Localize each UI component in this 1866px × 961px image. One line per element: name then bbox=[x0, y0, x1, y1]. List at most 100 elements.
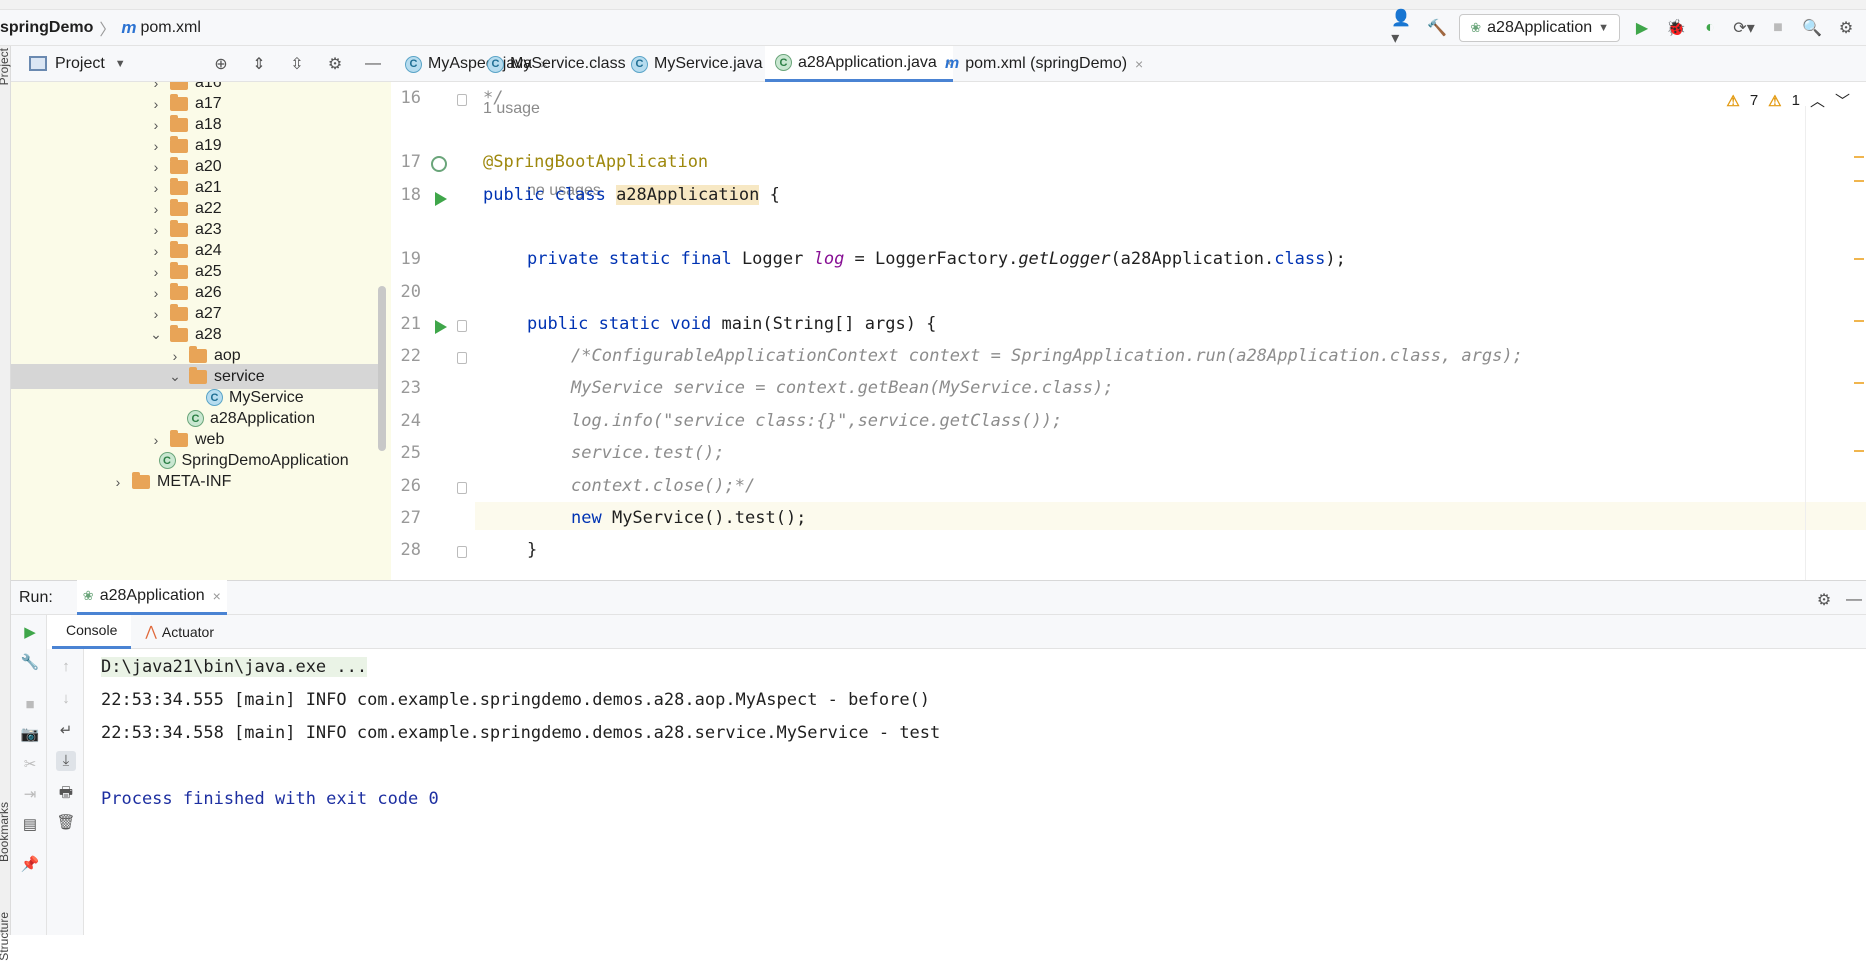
chevron-down-icon: ▼ bbox=[1598, 22, 1609, 34]
chevron-right-icon[interactable]: › bbox=[148, 222, 164, 238]
actuator-icon: ⋀ bbox=[145, 623, 157, 639]
hide-icon[interactable]: — bbox=[361, 52, 385, 76]
scroll-marker[interactable] bbox=[1854, 450, 1864, 452]
chevron-right-icon[interactable]: › bbox=[148, 264, 164, 280]
fold-icon[interactable] bbox=[457, 352, 467, 364]
class-icon: C bbox=[405, 55, 422, 73]
exit-icon[interactable]: ⇥ bbox=[20, 785, 40, 805]
tab-console[interactable]: Console bbox=[52, 614, 132, 649]
run-panel-label: Run: bbox=[19, 588, 53, 606]
chevron-up-icon[interactable]: ︿ bbox=[1810, 90, 1825, 111]
scroll-marker[interactable] bbox=[1854, 258, 1864, 260]
chevron-right-icon[interactable]: › bbox=[148, 159, 164, 175]
wrench-icon[interactable]: 🔧 bbox=[20, 653, 40, 673]
run-gutter-icon[interactable] bbox=[435, 192, 447, 206]
tab-pom-xml-springdemo[interactable]: m pom.xml (springDemo) × bbox=[935, 46, 1143, 82]
camera-icon[interactable]: 📷 bbox=[20, 725, 40, 745]
chevron-right-icon[interactable]: › bbox=[148, 117, 164, 133]
chevron-right-icon[interactable]: › bbox=[148, 243, 164, 259]
inspection-widget[interactable]: ⚠ 7 ⚠ 1 ︿ ﹀ bbox=[1726, 90, 1850, 111]
pin-icon[interactable]: 📌 bbox=[20, 855, 40, 875]
run-gutter-icon[interactable] bbox=[435, 320, 447, 334]
trash-icon[interactable]: 🗑 bbox=[56, 813, 76, 833]
stop-icon[interactable]: ■ bbox=[20, 695, 40, 715]
chevron-down-icon[interactable]: ▼ bbox=[115, 58, 126, 70]
code-text: main(String[] args) { bbox=[721, 314, 937, 334]
chevron-right-icon[interactable]: › bbox=[148, 180, 164, 196]
arrow-down-icon[interactable]: ↓ bbox=[56, 689, 76, 709]
scroll-marker[interactable] bbox=[1854, 156, 1864, 158]
tab-a28application-java[interactable]: Ca28Application.java × bbox=[765, 46, 953, 82]
tree-item-meta-inf[interactable]: › META-INF bbox=[11, 469, 381, 494]
coverage-icon[interactable]: ◐ bbox=[1698, 16, 1722, 40]
spring-bean-gutter-icon[interactable] bbox=[431, 156, 447, 172]
run-icon[interactable]: ▶ bbox=[1630, 16, 1654, 40]
chevron-right-icon[interactable]: › bbox=[148, 285, 164, 301]
chevron-right-icon[interactable]: › bbox=[148, 201, 164, 217]
folder-icon bbox=[170, 156, 188, 174]
fold-icon[interactable] bbox=[457, 94, 467, 106]
tab-actuator[interactable]: ⋀ Actuator bbox=[131, 615, 228, 649]
folder-icon bbox=[170, 135, 188, 153]
expand-all-icon[interactable]: ⇕ bbox=[247, 52, 271, 76]
debug-icon[interactable]: 🐞 bbox=[1664, 16, 1688, 40]
print-icon[interactable]: 🖶 bbox=[56, 783, 76, 803]
project-panel-title[interactable]: Project bbox=[55, 55, 105, 73]
settings-gear-icon[interactable]: ⚙ bbox=[1834, 16, 1858, 40]
right-margin-guide bbox=[1805, 106, 1806, 580]
user-icon[interactable]: 👤▾ bbox=[1391, 10, 1415, 47]
chevron-right-icon[interactable]: › bbox=[148, 82, 164, 91]
fold-icon[interactable] bbox=[457, 482, 467, 494]
scroll-marker[interactable] bbox=[1854, 382, 1864, 384]
tree-item-label: a25 bbox=[195, 262, 222, 280]
tab-myservice-java[interactable]: CMyService.java× bbox=[621, 46, 779, 82]
cleanup-icon[interactable]: ✂ bbox=[20, 755, 40, 775]
folder-icon bbox=[170, 282, 188, 300]
folder-icon bbox=[170, 82, 188, 90]
hide-icon[interactable]: — bbox=[1842, 588, 1866, 612]
build-hammer-icon[interactable]: 🔨 bbox=[1425, 16, 1449, 40]
arrow-up-icon[interactable]: ↑ bbox=[56, 657, 76, 677]
collapse-all-icon[interactable]: ⇳ bbox=[285, 52, 309, 76]
close-icon[interactable]: × bbox=[1135, 56, 1143, 72]
gear-icon[interactable]: ⚙ bbox=[1812, 588, 1836, 612]
breadcrumb-project[interactable]: springDemo bbox=[0, 19, 93, 37]
fold-icon[interactable] bbox=[457, 546, 467, 558]
bookmarks-tool-label[interactable]: Bookmarks bbox=[0, 802, 11, 862]
soft-wrap-icon[interactable]: ↵ bbox=[56, 721, 76, 741]
locate-icon[interactable]: ⊕ bbox=[209, 52, 233, 76]
breadcrumb-file[interactable]: pom.xml bbox=[140, 19, 200, 37]
gear-icon[interactable]: ⚙ bbox=[323, 52, 347, 76]
rerun-icon[interactable]: ▶ bbox=[20, 623, 40, 643]
chevron-right-icon[interactable]: › bbox=[110, 474, 126, 490]
project-tool-label[interactable]: Project bbox=[0, 48, 11, 85]
search-icon[interactable]: 🔍 bbox=[1800, 16, 1824, 40]
structure-tool-label[interactable]: Structure bbox=[0, 912, 11, 961]
chevron-right-icon[interactable]: › bbox=[148, 138, 164, 154]
layout-icon[interactable]: ▤ bbox=[20, 815, 40, 835]
chevron-down-icon[interactable]: ﹀ bbox=[1835, 90, 1850, 111]
console-output[interactable]: D:\java21\bin\java.exe ... 22:53:34.555 … bbox=[85, 649, 1866, 935]
scroll-to-end-icon[interactable]: ⤓ bbox=[56, 751, 76, 771]
profiler-icon[interactable]: ⟳▾ bbox=[1732, 16, 1756, 40]
code-line-25: service.test(); bbox=[571, 443, 725, 463]
tree-item-label: a27 bbox=[195, 304, 222, 322]
chevron-down-icon[interactable]: ⌄ bbox=[148, 326, 164, 343]
close-icon[interactable]: × bbox=[213, 588, 221, 604]
tab-label: MyService.class bbox=[510, 55, 626, 72]
code-editor[interactable]: 16 17 18 19 20 21 22 23 24 25 26 27 28 1 usage no us… bbox=[391, 82, 1866, 580]
scroll-marker[interactable] bbox=[1854, 180, 1864, 182]
chevron-right-icon[interactable]: › bbox=[148, 96, 164, 112]
chevron-right-icon[interactable]: › bbox=[148, 306, 164, 322]
fold-icon[interactable] bbox=[457, 320, 467, 332]
tab-myservice-class[interactable]: CMyService.class× bbox=[477, 46, 642, 82]
run-tab[interactable]: ❀ a28Application × bbox=[76, 580, 227, 615]
code-field: log bbox=[813, 249, 845, 269]
chevron-down-icon[interactable]: ⌄ bbox=[167, 368, 183, 385]
chevron-right-icon[interactable]: › bbox=[167, 348, 183, 364]
tree-scrollbar[interactable] bbox=[378, 286, 386, 451]
stop-icon[interactable]: ■ bbox=[1766, 16, 1790, 40]
scroll-marker[interactable] bbox=[1854, 320, 1864, 322]
chevron-right-icon[interactable]: › bbox=[148, 432, 164, 448]
run-configuration-select[interactable]: ❀ a28Application ▼ bbox=[1459, 14, 1620, 42]
